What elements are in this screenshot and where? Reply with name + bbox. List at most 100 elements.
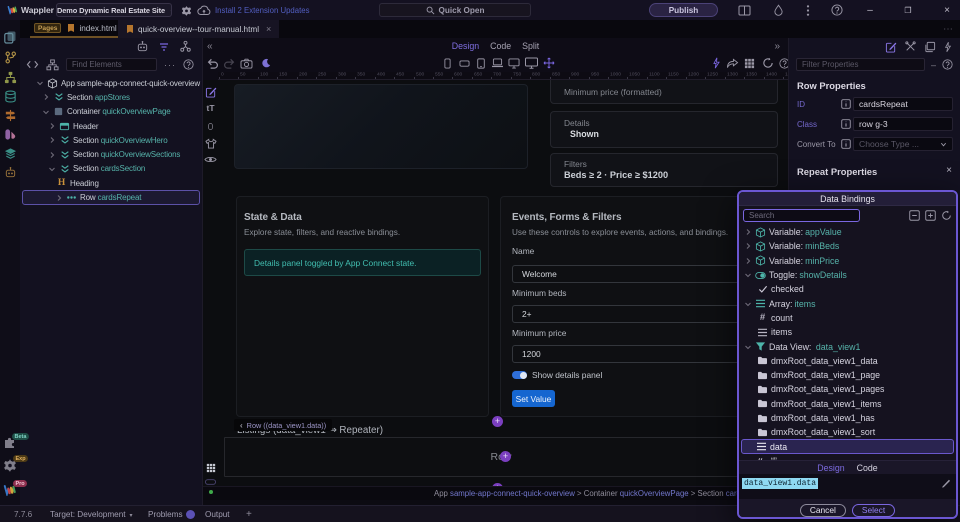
props-help-icon[interactable] [942,59,953,70]
binding-folder-has[interactable]: dmxRoot_data_view1_has [739,411,956,425]
window-close-button[interactable]: × [939,0,955,20]
binding-variable-minprice[interactable]: Variable:minPrice [739,254,956,268]
tab-design[interactable]: Design [452,41,479,51]
add-element-top-button[interactable]: + [492,416,503,427]
tree-item-cardssection[interactable]: Section cardsSection [20,162,202,176]
binding-folder-data[interactable]: dmxRoot_data_view1_data [739,354,956,368]
edit-properties-icon[interactable] [885,41,897,53]
beds-input[interactable]: 2+ [512,305,757,323]
components-grid-icon[interactable] [741,54,757,72]
share-nodes-icon[interactable] [179,40,192,53]
expand-panel-icon[interactable]: » [774,41,780,52]
quick-open-box[interactable]: Quick Open [379,3,531,17]
binding-folder-items[interactable]: dmxRoot_data_view1_items [739,397,956,411]
grid-view-icon[interactable] [203,461,218,475]
tab-index-html[interactable]: Pages index.html [30,20,122,38]
convert-select[interactable]: Choose Type ... [853,137,953,151]
id-label[interactable]: ID [797,100,839,109]
rail-layers-icon[interactable] [3,146,17,160]
docs-book-icon[interactable] [736,0,752,20]
project-selector[interactable]: Demo Dynamic Real Estate Site [56,3,172,17]
bindings-search-input[interactable]: Search [743,209,860,222]
binding-array-items[interactable]: Array:items [739,296,956,310]
edit-mode-icon[interactable] [203,85,218,99]
rail-git-icon[interactable] [3,50,17,64]
undo-icon[interactable] [204,54,220,72]
add-element-center-button[interactable]: + [500,451,511,462]
pages-badge[interactable]: Pages [34,23,61,33]
window-restore-button[interactable]: ❐ [900,0,916,20]
tree-item-heading[interactable]: H Heading [20,176,202,190]
tree-item-sections[interactable]: Section quickOverviewSections [20,147,202,161]
tab-quick-overview[interactable]: quick-overview--tour-manual.html × [118,20,279,38]
settings-gear-icon[interactable] [178,0,194,20]
binding-variable-minbeds[interactable]: Variable:minBeds [739,239,956,253]
filter-properties-input[interactable]: Filter Properties [796,58,925,71]
tab-split[interactable]: Split [522,41,539,51]
tab-code[interactable]: Code [490,41,511,51]
publish-button[interactable]: Publish [649,3,718,17]
actions-flash-icon[interactable] [944,41,952,53]
tree-item-hero[interactable]: Section quickOverviewHero [20,133,202,147]
details-toggle[interactable] [512,371,527,379]
rail-workflows-icon[interactable] [3,70,17,84]
target-selector[interactable]: Target: Development▾ [50,510,133,519]
tree-item-header[interactable]: Header [20,119,202,133]
code-view-icon[interactable] [26,59,39,70]
class-label[interactable]: Class [797,120,839,129]
expand-all-icon[interactable] [925,210,936,221]
select-button[interactable]: Select [852,504,895,517]
binding-folder-sort[interactable]: dmxRoot_data_view1_sort [739,425,956,439]
device-tablet-icon[interactable] [473,54,489,72]
hero-image-placeholder[interactable] [234,84,528,169]
extension-updates-link[interactable]: Install 2 Extension Updates [215,0,309,20]
responsive-move-icon[interactable] [541,54,557,72]
binding-data-selected[interactable]: data [741,439,954,453]
device-phone-landscape-icon[interactable] [456,54,472,72]
rail-design-icon[interactable] [3,127,17,141]
collapse-all-icon[interactable] [909,210,920,221]
output-button[interactable]: Output [205,510,230,519]
tab-overflow-icon[interactable]: ⋯ [943,20,954,38]
expression-value[interactable]: data_view1.data [742,478,818,489]
id-input[interactable]: cardsRepeat [853,97,953,111]
rail-pages-icon[interactable] [3,30,17,44]
device-monitor-large-icon[interactable] [523,54,539,72]
sitemap-icon[interactable] [46,59,59,71]
find-elements-input[interactable]: Find Elements [66,58,157,71]
close-section-icon[interactable]: × [946,165,952,176]
rail-ai-assistant-icon[interactable] [3,165,17,179]
flash-icon[interactable] [708,54,724,72]
redo-icon[interactable] [221,54,237,72]
more-options-icon[interactable]: ··· [164,60,176,70]
refresh-bindings-icon[interactable] [941,210,952,221]
tab-close-icon[interactable]: × [266,24,271,34]
cloud-upload-icon[interactable] [196,0,212,20]
help-icon[interactable] [183,59,194,70]
scissors-icon[interactable] [905,41,916,52]
popup-tab-design[interactable]: Design [817,463,844,473]
dark-mode-moon-icon[interactable] [258,54,274,72]
tree-item-appstores[interactable]: Section appStores [20,90,202,104]
tree-item-app[interactable]: App sample-app-connect-quick-overview [20,76,202,90]
ai-assistant-icon[interactable] [136,40,149,53]
styles-tshirt-icon[interactable] [203,136,218,150]
binding-dataview[interactable]: Data View: data_view1 [739,339,956,353]
visibility-eye-icon[interactable] [203,152,218,166]
add-panel-icon[interactable]: + [246,509,252,520]
help-icon[interactable] [829,0,845,20]
share-export-icon[interactable] [724,54,740,72]
binding-toggle-showdetails[interactable]: Toggle:showDetails [739,268,956,282]
name-input[interactable]: Welcome [512,265,757,283]
repeater-selection-badge[interactable]: ‹ Row ((data_view1.data)) [234,419,332,431]
class-input[interactable]: row g-3 [853,117,953,131]
element-breadcrumb[interactable]: App sample-app-connect-quick-overview > … [203,486,788,500]
set-value-button[interactable]: Set Value [512,390,555,407]
layers-stack-icon[interactable] [924,41,936,53]
window-minimize-button[interactable]: – [862,0,878,20]
text-tool-icon[interactable]: tT [203,101,218,115]
problems-button[interactable]: Problems [148,510,183,519]
kebab-menu-icon[interactable] [800,0,816,20]
refresh-icon[interactable] [760,54,776,72]
binding-variable-appvalue[interactable]: Variable:appValue [739,225,956,239]
